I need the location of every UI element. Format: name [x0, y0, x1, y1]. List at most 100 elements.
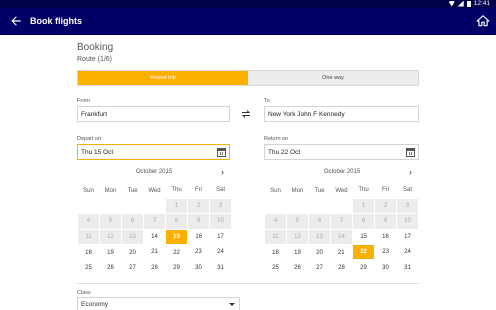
battery-icon — [466, 0, 471, 7]
calendar-day[interactable]: 23 — [375, 245, 397, 260]
weekday-label: Mon — [104, 187, 117, 194]
calendar-day[interactable]: 24 — [210, 245, 232, 260]
calendar-icon[interactable] — [217, 148, 226, 157]
calendar-empty-cell — [265, 198, 287, 213]
tab-one-way[interactable]: One way — [248, 71, 418, 85]
calendar-day-disabled: 12 — [286, 228, 309, 246]
weekday-label: Tue — [127, 187, 138, 194]
calendar-day[interactable]: 20 — [309, 245, 331, 260]
calendar-day[interactable]: 23 — [188, 245, 210, 260]
weekday-label: Tue — [314, 187, 325, 194]
calendar-day[interactable]: 16 — [375, 229, 397, 244]
signal-icon — [457, 0, 464, 7]
calendar-day-disabled: 6 — [121, 213, 144, 230]
calendar-day[interactable]: 30 — [188, 260, 210, 275]
calendar-day-disabled: 3 — [209, 197, 232, 215]
app-title: Book flights — [30, 16, 82, 26]
depart-date-value: Thu 15 Oct — [81, 148, 114, 156]
to-field[interactable]: New York John F Kennedy — [264, 106, 419, 122]
chevron-right-icon[interactable]: › — [409, 168, 412, 177]
calendar-day[interactable]: 25 — [78, 260, 100, 275]
calendar-day-disabled: 13 — [308, 228, 331, 246]
wifi-icon — [448, 0, 455, 7]
calendar-day[interactable]: 27 — [122, 260, 144, 275]
calendar-day[interactable]: 25 — [265, 260, 287, 275]
calendar-day[interactable]: 29 — [353, 260, 375, 275]
calendar-day-disabled: 1 — [352, 197, 375, 215]
calendar-day[interactable]: 26 — [100, 260, 122, 275]
return-date-field[interactable]: Thu 22 Oct — [264, 144, 419, 160]
calendar-day[interactable]: 31 — [397, 260, 419, 275]
app-bar: Book flights — [0, 8, 496, 35]
weekday-label: Fri — [382, 187, 389, 194]
home-icon[interactable] — [476, 14, 490, 28]
weekday-label: Sat — [215, 187, 225, 194]
calendar-day[interactable]: 19 — [100, 245, 122, 260]
calendar-day[interactable]: 28 — [144, 260, 166, 275]
calendar-day[interactable]: 29 — [166, 260, 188, 275]
calendar-icon[interactable] — [406, 148, 415, 157]
calendar-day[interactable]: 22 — [166, 245, 188, 260]
calendar-day[interactable]: 24 — [397, 245, 419, 260]
calendar-day-disabled: 10 — [396, 213, 419, 230]
depart-calendar: Sun Mon Tue Wed Thu Fri Sat 1 2 3 4 5 6 7 8 9 10 11 12 13 14… — [77, 183, 232, 275]
calendar-day[interactable]: 21 — [331, 245, 353, 260]
calendar-day-disabled: 3 — [396, 197, 419, 215]
calendar-day-disabled: 2 — [187, 197, 210, 215]
calendar-day-disabled: 4 — [264, 213, 287, 230]
from-value: Frankfurt — [81, 110, 108, 118]
from-field[interactable]: Frankfurt — [77, 106, 230, 122]
to-value: New York John F Kennedy — [268, 110, 345, 118]
class-label: Class — [77, 290, 91, 296]
calendar-grid: Sun Mon Tue Wed Thu Fri Sat 1 2 3 4 5 6 7 8 9 10 11 12 13 14… — [77, 183, 232, 275]
calendar-day[interactable]: 26 — [287, 260, 309, 275]
calendar-empty-cell — [309, 198, 331, 213]
calendar-day[interactable]: 15 — [353, 229, 375, 244]
calendar-day-disabled: 4 — [77, 213, 100, 230]
calendar-day-disabled: 7 — [143, 213, 166, 230]
weekday-label: Thu — [358, 187, 369, 194]
calendar-day[interactable]: 21 — [144, 245, 166, 260]
calendar-day[interactable]: 20 — [122, 245, 144, 260]
weekday-label: Wed — [148, 187, 161, 194]
arrow-back-icon[interactable] — [9, 14, 23, 28]
calendar-day-selected[interactable]: 15 — [165, 228, 188, 246]
from-label: From — [77, 98, 90, 104]
weekday-label: Fri — [195, 187, 202, 194]
calendar-day[interactable]: 16 — [188, 229, 210, 244]
calendar-day-disabled: 10 — [209, 213, 232, 230]
depart-month-title: October 2015 — [135, 169, 173, 175]
calendar-day[interactable]: 14 — [144, 229, 166, 244]
calendar-day[interactable]: 28 — [331, 260, 353, 275]
calendar-day[interactable]: 17 — [397, 229, 419, 244]
calendar-day[interactable]: 17 — [210, 229, 232, 244]
tab-round-trip[interactable]: Round trip — [78, 71, 248, 85]
chevron-right-icon[interactable]: › — [221, 168, 224, 177]
calendar-day[interactable]: 31 — [210, 260, 232, 275]
depart-date-field[interactable]: Thu 15 Oct — [77, 144, 230, 160]
route-step: Route (1/6) — [77, 56, 113, 63]
calendar-day[interactable]: 18 — [78, 245, 100, 260]
chevron-down-icon — [229, 303, 235, 306]
calendar-empty-cell — [122, 198, 144, 213]
status-bar: 12:41 — [0, 0, 496, 8]
weekday-label: Sun — [83, 187, 94, 194]
status-icons: 12:41 — [448, 0, 490, 8]
calendar-day-disabled: 9 — [374, 213, 397, 230]
calendar-day-disabled: 14 — [330, 228, 353, 246]
calendar-day[interactable]: 30 — [375, 260, 397, 275]
trip-type-tabs: Round trip One way — [77, 70, 419, 86]
calendar-day-selected[interactable]: 22 — [352, 244, 375, 261]
calendar-day[interactable]: 18 — [265, 245, 287, 260]
calendar-day[interactable]: 19 — [287, 245, 309, 260]
calendar-day[interactable]: 27 — [309, 260, 331, 275]
swap-icon[interactable] — [240, 108, 252, 120]
weekday-label: Mon — [291, 187, 304, 194]
page-title: Booking — [77, 42, 114, 53]
class-value: Economy — [81, 300, 109, 308]
calendar-empty-cell — [331, 198, 353, 213]
return-calendar: Sun Mon Tue Wed Thu Fri Sat 1 2 3 4 5 6 7 8 9 10 11 12 13 14… — [264, 183, 419, 275]
class-select[interactable]: Economy — [77, 297, 240, 310]
calendar-empty-cell — [78, 198, 100, 213]
calendar-empty-cell — [144, 198, 166, 213]
